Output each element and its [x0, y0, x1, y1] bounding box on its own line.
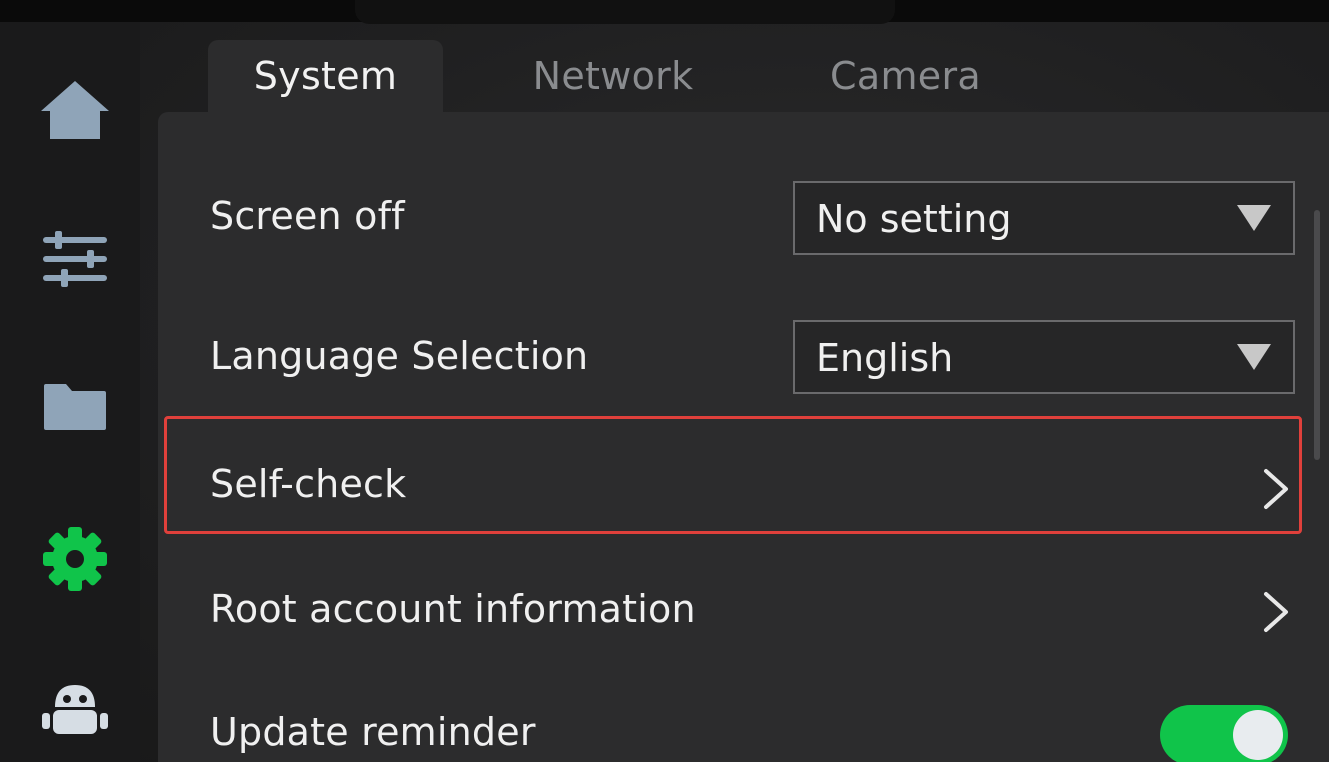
highlight-box: [164, 416, 1302, 534]
tab-system[interactable]: System: [208, 40, 443, 112]
home-icon: [41, 81, 109, 139]
scrollbar[interactable]: [1314, 210, 1320, 460]
sidebar-item-controls[interactable]: [35, 224, 115, 294]
sidebar-item-settings[interactable]: [35, 524, 115, 594]
tab-camera[interactable]: Camera: [798, 40, 1013, 112]
root-account-label: Root account information: [210, 587, 696, 631]
sliders-icon: [43, 231, 107, 287]
language-value: English: [816, 336, 954, 380]
screen-off-value: No setting: [816, 197, 1012, 241]
top-notch: [355, 0, 895, 24]
sidebar-item-robot[interactable]: [35, 672, 115, 742]
update-reminder-label: Update reminder: [210, 710, 536, 754]
dropdown-arrow-icon: [1237, 205, 1271, 231]
robot-icon: [42, 685, 108, 734]
chevron-right-icon: [1264, 592, 1288, 632]
sidebar: [0, 22, 140, 762]
update-reminder-toggle[interactable]: [1160, 705, 1288, 762]
gear-icon: [43, 527, 107, 591]
sidebar-item-files[interactable]: [35, 372, 115, 442]
toggle-knob: [1233, 710, 1283, 760]
screen-off-label: Screen off: [210, 194, 405, 238]
tab-network[interactable]: Network: [498, 40, 728, 112]
sidebar-item-home[interactable]: [35, 76, 115, 146]
language-select[interactable]: English: [793, 320, 1295, 394]
settings-tabs: System Network Camera: [158, 40, 1329, 112]
language-label: Language Selection: [210, 334, 589, 378]
dropdown-arrow-icon: [1237, 344, 1271, 370]
settings-screen: System Network Camera Screen off No sett…: [0, 0, 1329, 762]
folder-icon: [44, 384, 106, 430]
screen-off-select[interactable]: No setting: [793, 181, 1295, 255]
